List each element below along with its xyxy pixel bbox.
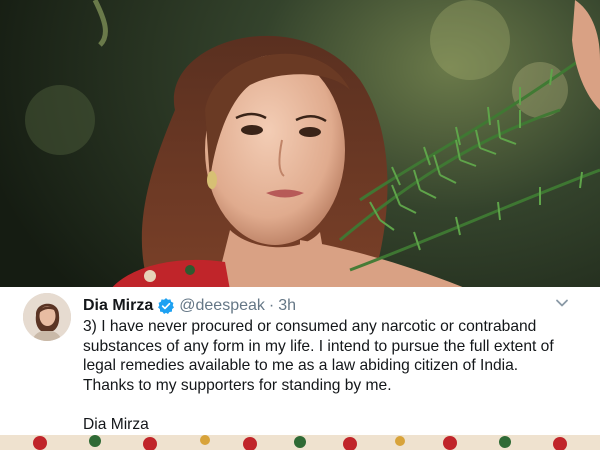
timestamp[interactable]: 3h [278,297,296,315]
tweet-text: 3) I have never procured or consumed any… [83,317,593,434]
tweet-line: 3) I have never procured or consumed any… [83,318,537,335]
tweet-header: Dia Mirza @deespeak · 3h [83,295,296,317]
user-handle[interactable]: @deespeak [179,297,265,315]
tweet-card: Dia Mirza @deespeak · 3h 3) I have never… [0,287,600,435]
tweet-line: legal remedies available to me as a law … [83,357,519,374]
separator: · [268,297,275,314]
floral-pattern [0,435,600,450]
verified-badge-icon [158,298,175,315]
avatar[interactable] [23,293,71,341]
tweet-line: Thanks to my supporters for standing by … [83,376,392,394]
tweet-signature: Dia Mirza [83,415,149,433]
chevron-down-icon[interactable] [554,295,570,311]
display-name[interactable]: Dia Mirza [83,297,153,315]
tweet-line: substances of any form in my life. I int… [83,337,554,355]
dress-pattern-strip [0,435,600,450]
avatar-image [23,293,71,341]
